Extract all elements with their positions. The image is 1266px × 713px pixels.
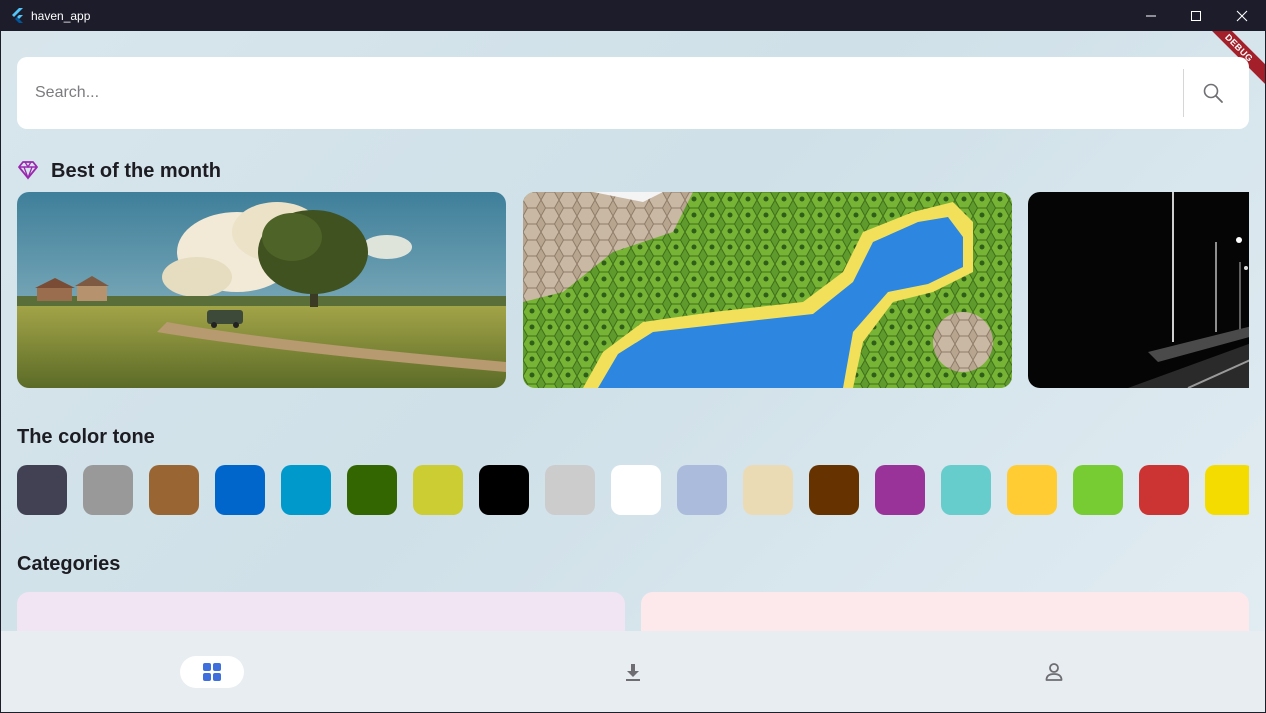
- window-title: haven_app: [31, 9, 91, 23]
- grid-icon: [203, 663, 221, 681]
- color-swatch[interactable]: [479, 465, 529, 515]
- bottom-navigation: [1, 631, 1265, 712]
- nav-downloads-button[interactable]: [601, 656, 665, 688]
- search-bar: [17, 57, 1249, 129]
- color-swatch[interactable]: [941, 465, 991, 515]
- color-swatch[interactable]: [743, 465, 793, 515]
- search-button[interactable]: [1197, 77, 1229, 109]
- color-swatch[interactable]: [1205, 465, 1249, 515]
- color-swatch[interactable]: [611, 465, 661, 515]
- night-highway-wallpaper[interactable]: [1028, 192, 1249, 388]
- search-divider: [1183, 69, 1184, 117]
- color-swatch[interactable]: [83, 465, 133, 515]
- download-icon: [626, 664, 640, 681]
- categories-title: Categories: [17, 553, 121, 575]
- color-swatch[interactable]: [1139, 465, 1189, 515]
- color-swatch[interactable]: [347, 465, 397, 515]
- color-swatch[interactable]: [1007, 465, 1057, 515]
- minimize-button[interactable]: [1128, 0, 1174, 31]
- color-swatch[interactable]: [17, 465, 67, 515]
- flutter-logo-icon: [12, 8, 23, 23]
- hexagon-island-wallpaper[interactable]: [523, 192, 1012, 388]
- color-swatch[interactable]: [215, 465, 265, 515]
- color-swatch[interactable]: [1073, 465, 1123, 515]
- color-swatch[interactable]: [875, 465, 925, 515]
- color-swatch[interactable]: [677, 465, 727, 515]
- maximize-icon: [1191, 10, 1201, 21]
- search-icon: [1203, 83, 1223, 103]
- gem-icon: [18, 161, 38, 180]
- color-swatch[interactable]: [149, 465, 199, 515]
- close-button[interactable]: [1219, 0, 1265, 31]
- hexagon-island-image: [523, 192, 1012, 388]
- window-titlebar: haven_app: [0, 0, 1266, 31]
- color-tone-list: [17, 465, 1249, 515]
- nav-home-button[interactable]: [180, 656, 244, 688]
- nav-profile-button[interactable]: [1022, 656, 1086, 688]
- search-input[interactable]: [35, 57, 1175, 129]
- maximize-button[interactable]: [1173, 0, 1219, 31]
- color-tone-title: The color tone: [17, 426, 155, 448]
- night-highway-image: [1028, 192, 1249, 388]
- person-icon: [1045, 663, 1063, 681]
- best-of-month-carousel[interactable]: [17, 192, 1249, 388]
- app-content: DEBUG Best of the month: [1, 31, 1265, 712]
- countryside-landscape-wallpaper[interactable]: [17, 192, 506, 388]
- best-of-month-title: Best of the month: [51, 160, 221, 182]
- color-swatch[interactable]: [545, 465, 595, 515]
- countryside-landscape-image: [17, 192, 506, 388]
- color-swatch[interactable]: [809, 465, 859, 515]
- minimize-icon: [1146, 15, 1156, 16]
- close-icon: [1236, 10, 1248, 21]
- color-swatch[interactable]: [413, 465, 463, 515]
- color-swatch[interactable]: [281, 465, 331, 515]
